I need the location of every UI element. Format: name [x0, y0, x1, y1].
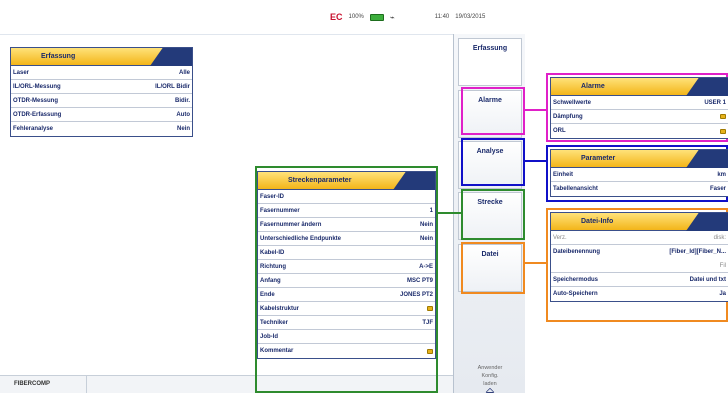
row-value: Nein	[176, 126, 190, 132]
row-value: Faser	[709, 186, 726, 192]
row-laser[interactable]: Laser Alle	[11, 66, 192, 80]
row-einheit[interactable]: Einheit km	[551, 168, 728, 182]
row-label: ORL	[553, 128, 566, 134]
header-swoosh	[150, 48, 192, 66]
row-daempfung[interactable]: Dämpfung	[551, 110, 728, 124]
row-schwellwerte[interactable]: Schwellwerte USER 1	[551, 96, 728, 110]
datei-panel: Datei-Info Verz. disk: Dateibenennung [Fib…	[550, 212, 728, 302]
parameter-panel: Parameter Einheit km Tabellenansicht Faser	[550, 149, 728, 197]
parameter-title: Parameter	[581, 155, 616, 162]
datei-title: Datei-Info	[581, 218, 614, 225]
header-swoosh	[686, 150, 728, 168]
row-label: Fehleranalyse	[13, 126, 54, 132]
row-label: Auto-Speichern	[553, 291, 598, 297]
header-swoosh	[686, 213, 728, 231]
row-label: Laser	[13, 69, 30, 76]
row-label: Einheit	[553, 171, 574, 178]
footer-line: Konfig.	[481, 373, 499, 379]
row-otdr-messung[interactable]: OTDR-Messung Bidir.	[11, 94, 192, 108]
row-label: Verz.	[553, 234, 567, 241]
row-value: Fil	[719, 262, 726, 269]
row-verz[interactable]: Verz. disk:	[551, 231, 728, 245]
callout-datei	[461, 242, 525, 294]
alarme-title: Alarme	[581, 83, 605, 90]
row-value: km	[717, 171, 726, 178]
erfassung-panel: Erfassung Laser Alle IL/ORL-Messung IL/ORL…	[10, 47, 193, 137]
connector-green	[438, 212, 461, 214]
battery-percent: 100%	[348, 14, 364, 20]
softkey-label: Erfassung	[472, 45, 508, 52]
row-label: Dämpfung	[553, 113, 583, 120]
ec-logo: EC	[330, 12, 343, 22]
clock-date: 19/03/2015	[455, 14, 486, 20]
connector-orange	[525, 262, 547, 264]
clock-time: 11:40	[434, 14, 450, 20]
row-label: Dateibenennung	[553, 249, 601, 255]
row-label: Schwellwerte	[553, 99, 592, 106]
softkey-erfassung[interactable]: Erfassung	[458, 38, 522, 86]
callout-strecke-panel	[255, 166, 438, 393]
footer-line: Anwender	[477, 365, 503, 371]
keyboard-icon	[720, 114, 726, 119]
row-tabellenansicht[interactable]: Tabellenansicht Faser	[551, 182, 728, 196]
row-value: Auto	[176, 111, 190, 118]
row-orl[interactable]: ORL	[551, 124, 728, 138]
row-label: Tabellenansicht	[553, 186, 598, 192]
row-auto-speichern[interactable]: Auto-Speichern Ja	[551, 287, 728, 301]
row-dateibenennung-cont: Fil	[551, 259, 728, 273]
connector-blue	[525, 160, 547, 162]
row-value: IL/ORL Bidir	[155, 83, 190, 90]
status-bar: EC 100% ⌁ 11:40 19/03/2015	[0, 0, 525, 34]
battery-icon	[369, 13, 384, 21]
row-speichermodus[interactable]: Speichermodus Datei und txt	[551, 273, 728, 287]
callout-analyse	[461, 138, 525, 186]
row-value: Datei und txt	[689, 276, 726, 283]
erfassung-header: Erfassung	[11, 48, 192, 66]
row-value: Alle	[178, 69, 190, 76]
datei-header: Datei-Info	[551, 213, 728, 231]
row-label: IL/ORL-Messung	[13, 83, 61, 90]
parameter-header: Parameter	[551, 150, 728, 168]
header-swoosh	[686, 78, 728, 96]
row-otdr-erfassung[interactable]: OTDR-Erfassung Auto	[11, 108, 192, 122]
alarme-header: Alarme	[551, 78, 728, 96]
row-value: Ja	[719, 291, 726, 297]
row-value: USER 1	[704, 99, 726, 106]
row-value: disk:	[713, 234, 726, 241]
alarme-panel: Alarme Schwellwerte USER 1 Dämpfung ORL	[550, 77, 728, 139]
row-ilorl[interactable]: IL/ORL-Messung IL/ORL Bidir	[11, 80, 192, 94]
row-value: [Fiber_Id][Fiber_N...	[669, 249, 726, 255]
load-config-button[interactable]: Anwender Konfig. laden ⬙	[458, 364, 522, 393]
row-label: OTDR-Messung	[13, 97, 58, 104]
row-fehleranalyse[interactable]: Fehleranalyse Nein	[11, 122, 192, 136]
fibercomp-logo: FIBERCOMP	[14, 381, 50, 387]
row-value: Bidir.	[174, 97, 190, 104]
power-plug-icon: ⌁	[389, 12, 395, 22]
keyboard-icon	[720, 128, 726, 134]
status-indicators: EC 100% ⌁ 11:40 19/03/2015	[330, 12, 485, 22]
callout-alarme	[461, 87, 525, 135]
callout-strecke	[461, 189, 525, 240]
row-label: Speichermodus	[553, 276, 599, 283]
config-load-icon: ⬙	[485, 386, 495, 393]
row-label: OTDR-Erfassung	[13, 111, 62, 118]
erfassung-title: Erfassung	[41, 53, 76, 60]
row-dateibenennung[interactable]: Dateibenennung [Fiber_Id][Fiber_N...	[551, 245, 728, 259]
connector-magenta	[525, 109, 547, 111]
